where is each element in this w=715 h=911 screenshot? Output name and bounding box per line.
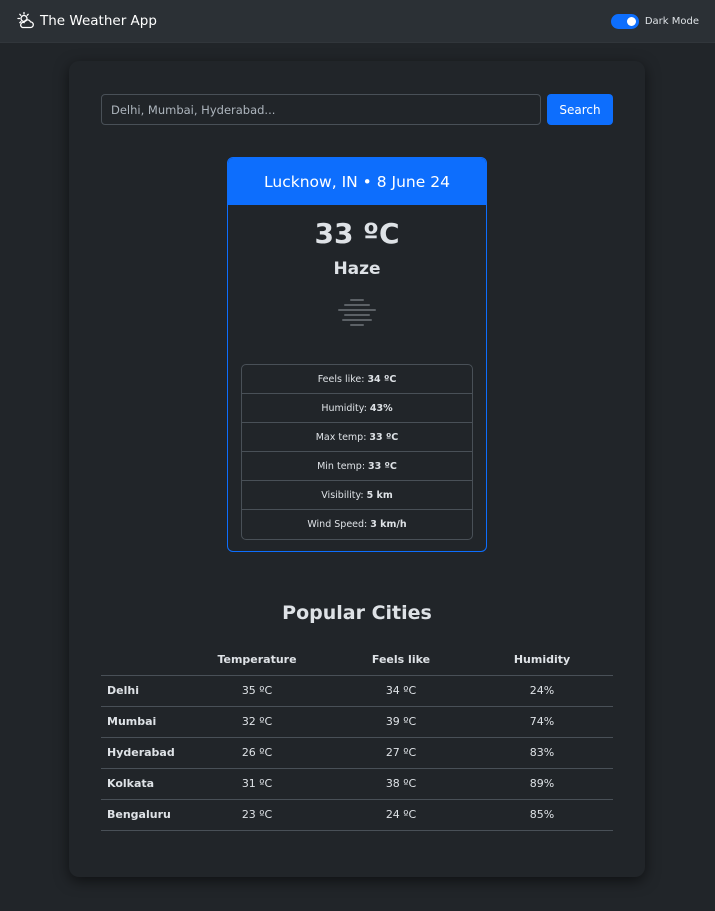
dark-mode-toggle[interactable] — [610, 13, 639, 29]
navbar: The Weather App Dark Mode — [0, 0, 715, 43]
popular-cities-table: Temperature Feels like Humidity Delhi 35… — [101, 645, 613, 831]
city-feels-like: 38 ºC — [331, 768, 471, 800]
city-feels-like: 27 ºC — [331, 737, 471, 769]
app-title: The Weather App — [40, 13, 157, 29]
detail-visibility: Visibility: 5 km — [242, 481, 472, 510]
current-temperature: 33 ºC — [314, 217, 400, 250]
city-temperature: 32 ºC — [183, 706, 331, 738]
weather-card-header: Lucknow, IN • 8 June 24 — [228, 158, 486, 205]
city-humidity: 24% — [471, 675, 613, 707]
detail-value: 43% — [369, 402, 393, 414]
table-header-row: Temperature Feels like Humidity — [101, 645, 613, 676]
table-row[interactable]: Delhi 35 ºC 34 ºC 24% — [101, 675, 613, 707]
city-name: Delhi — [101, 675, 183, 707]
header-city — [101, 645, 183, 676]
city-feels-like: 34 ºC — [331, 675, 471, 707]
detail-value: 33 ºC — [369, 431, 399, 443]
header-feels-like: Feels like — [331, 645, 471, 676]
city-temperature: 35 ºC — [183, 675, 331, 707]
detail-value: 34 ºC — [367, 373, 397, 385]
city-temperature: 31 ºC — [183, 768, 331, 800]
city-feels-like: 39 ºC — [331, 706, 471, 738]
search-button[interactable]: Search — [547, 94, 613, 125]
search-input[interactable] — [101, 94, 541, 125]
city-humidity: 74% — [471, 706, 613, 738]
sun-cloud-icon — [17, 11, 34, 29]
detail-label: Wind Speed: — [307, 519, 368, 530]
city-name: Kolkata — [101, 768, 183, 800]
city-temperature: 26 ºC — [183, 737, 331, 769]
main-container: Search Lucknow, IN • 8 June 24 33 ºC Haz… — [69, 61, 645, 877]
header-humidity: Humidity — [471, 645, 613, 676]
detail-label: Min temp: — [317, 460, 366, 472]
detail-humidity: Humidity: 43% — [242, 394, 472, 423]
detail-value: 5 km — [366, 489, 393, 501]
dark-mode-toggle-group: Dark Mode — [610, 13, 699, 29]
table-row[interactable]: Kolkata 31 ºC 38 ºC 89% — [101, 768, 613, 800]
detail-value: 3 km/h — [370, 519, 407, 530]
city-name: Hyderabad — [101, 737, 183, 769]
detail-max-temp: Max temp: 33 ºC — [242, 423, 472, 452]
detail-label: Feels like: — [317, 373, 365, 385]
table-row[interactable]: Mumbai 32 ºC 39 ºC 74% — [101, 706, 613, 738]
city-humidity: 85% — [471, 799, 613, 831]
haze-icon — [338, 299, 376, 326]
city-humidity: 83% — [471, 737, 613, 769]
table-row[interactable]: Bengaluru 23 ºC 24 ºC 85% — [101, 799, 613, 831]
city-humidity: 89% — [471, 768, 613, 800]
detail-feels-like: Feels like: 34 ºC — [242, 365, 472, 394]
weather-details: Feels like: 34 ºC Humidity: 43% Max temp… — [241, 364, 473, 540]
detail-label: Visibility: — [321, 489, 364, 501]
search-form: Search — [101, 94, 613, 125]
detail-min-temp: Min temp: 33 ºC — [242, 452, 472, 481]
dark-mode-label: Dark Mode — [644, 15, 699, 27]
weather-card: Lucknow, IN • 8 June 24 33 ºC Haze Feels… — [227, 157, 487, 552]
popular-cities-title: Popular Cities — [282, 602, 432, 624]
city-feels-like: 24 ºC — [331, 799, 471, 831]
city-name: Mumbai — [101, 706, 183, 738]
detail-value: 33 ºC — [368, 460, 397, 472]
detail-label: Humidity: — [321, 402, 367, 414]
detail-label: Max temp: — [315, 431, 367, 443]
table-row[interactable]: Hyderabad 26 ºC 27 ºC 83% — [101, 737, 613, 769]
detail-wind-speed: Wind Speed: 3 km/h — [242, 510, 472, 539]
city-name: Bengaluru — [101, 799, 183, 831]
header-temperature: Temperature — [183, 645, 331, 676]
weather-condition: Haze — [333, 259, 381, 279]
brand[interactable]: The Weather App — [16, 11, 157, 31]
city-temperature: 23 ºC — [183, 799, 331, 831]
